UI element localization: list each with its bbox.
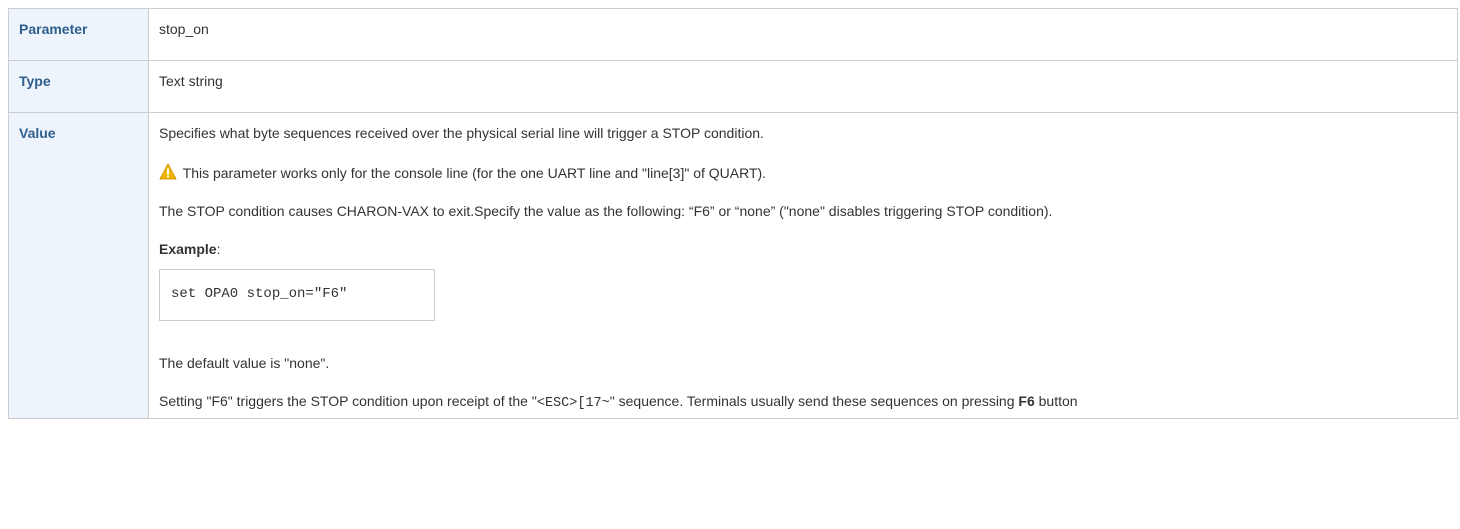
warning-triangle-icon <box>159 163 177 180</box>
type-header: Type <box>8 60 149 113</box>
example-code-block: set OPA0 stop_on="F6" <box>159 269 435 321</box>
setting-middle: " sequence. Terminals usually send these… <box>609 393 1019 409</box>
parameter-header: Parameter <box>8 8 149 61</box>
table-row-parameter: Parameter stop_on <box>8 8 1458 61</box>
stop-condition-text: The STOP condition causes CHARON-VAX to … <box>159 203 1053 219</box>
value-header: Value <box>8 112 149 419</box>
description-text: Specifies what byte sequences received o… <box>159 125 764 141</box>
setting-key: F6 <box>1018 393 1035 409</box>
default-value-text: The default value is "none". <box>159 355 330 371</box>
table-row-value: Value Specifies what byte sequences rece… <box>8 112 1458 419</box>
warning-text: This parameter works only for the consol… <box>179 165 767 181</box>
setting-suffix: button <box>1034 393 1078 409</box>
table-row-type: Type Text string <box>8 60 1458 113</box>
example-heading: Example: <box>159 239 1447 259</box>
value-content: Specifies what byte sequences received o… <box>148 112 1458 419</box>
setting-prefix: Setting "F6" triggers the STOP condition… <box>159 393 537 409</box>
warning-note: This parameter works only for the consol… <box>159 163 1447 183</box>
parameter-value: stop_on <box>148 8 1458 61</box>
parameter-table: Parameter stop_on Type Text string Value… <box>8 8 1458 419</box>
example-label: Example <box>159 241 217 257</box>
setting-code: <ESC>[17~ <box>536 396 610 411</box>
setting-text: Setting "F6" triggers the STOP condition… <box>159 391 1447 418</box>
example-colon: : <box>216 241 221 257</box>
type-value: Text string <box>148 60 1458 113</box>
